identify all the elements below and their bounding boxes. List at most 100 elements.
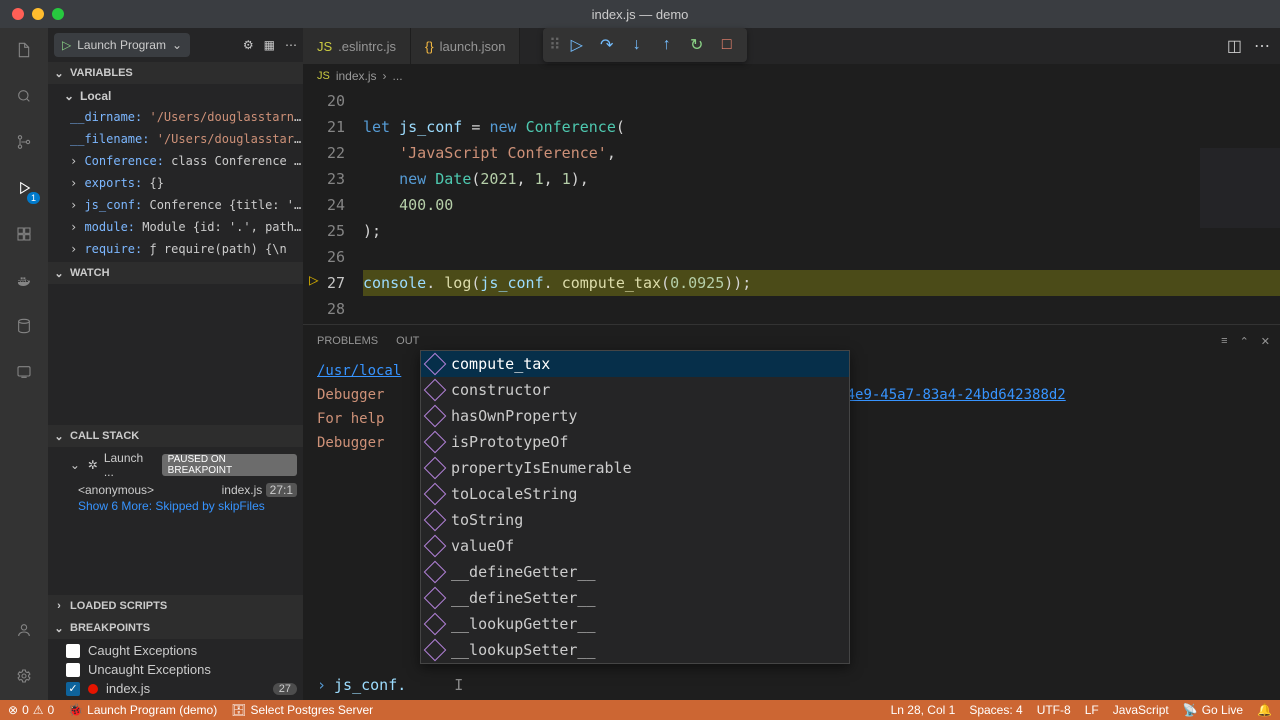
tab-eslintrc[interactable]: JS.eslintrc.js	[303, 28, 411, 64]
encoding[interactable]: UTF-8	[1037, 703, 1071, 717]
suggest-item[interactable]: compute_tax	[421, 351, 849, 377]
zoom-window[interactable]	[52, 8, 64, 20]
breadcrumb[interactable]: JS index.js › ...	[303, 64, 1280, 88]
paused-badge: PAUSED ON BREAKPOINT	[162, 454, 297, 476]
suggest-item[interactable]: hasOwnProperty	[421, 403, 849, 429]
debug-target[interactable]: 🐞 Launch Program (demo)	[68, 703, 217, 717]
minimap[interactable]	[1200, 148, 1280, 228]
indentation[interactable]: Spaces: 4	[969, 703, 1022, 717]
tab-problems[interactable]: PROBLEMS	[317, 335, 378, 347]
more-actions-icon[interactable]: ⋯	[1254, 36, 1270, 56]
play-icon: ▷	[62, 38, 71, 52]
go-live[interactable]: 📡 Go Live	[1183, 703, 1243, 717]
more-icon[interactable]: ⋯	[285, 38, 297, 52]
suggest-item[interactable]: __defineSetter__	[421, 585, 849, 611]
titlebar: index.js — demo	[0, 0, 1280, 28]
method-icon	[424, 483, 447, 506]
settings-icon[interactable]	[10, 662, 38, 690]
codespaces-icon[interactable]	[10, 358, 38, 386]
checkbox[interactable]	[66, 644, 80, 658]
intellisense-popup[interactable]: compute_tax constructor hasOwnProperty i…	[420, 350, 850, 664]
variables-section-header[interactable]: ⌄VARIABLES	[48, 62, 303, 84]
method-icon	[424, 535, 447, 558]
explorer-icon[interactable]	[10, 36, 38, 64]
database-icon[interactable]	[10, 312, 38, 340]
eol[interactable]: LF	[1085, 703, 1099, 717]
chevron-up-icon[interactable]: ⌃	[1240, 335, 1249, 348]
suggest-item[interactable]: propertyIsEnumerable	[421, 455, 849, 481]
debug-console-icon[interactable]: ▦	[264, 38, 275, 52]
method-icon	[424, 379, 447, 402]
suggest-item[interactable]: __lookupSetter__	[421, 637, 849, 663]
accounts-icon[interactable]	[10, 616, 38, 644]
suggest-item[interactable]: constructor	[421, 377, 849, 403]
step-out-button[interactable]: ↑	[653, 31, 681, 59]
debug-sidebar-header: ▷ Launch Program ⌄ ⚙ ▦ ⋯	[48, 28, 303, 62]
suggest-item[interactable]: __lookupGetter__	[421, 611, 849, 637]
launch-config-label: Launch Program	[77, 38, 166, 52]
variable-row[interactable]: › js_conf: Conference {title: 'Jav...	[48, 194, 303, 216]
checkbox-checked[interactable]: ✓	[66, 682, 80, 696]
method-icon	[424, 457, 447, 480]
suggest-item[interactable]: toString	[421, 507, 849, 533]
callstack-section-header[interactable]: ⌄CALL STACK	[48, 425, 303, 447]
step-into-button[interactable]: ↓	[623, 31, 651, 59]
variable-row[interactable]: __filename: '/Users/douglasstarne...	[48, 128, 303, 150]
breakpoints-header[interactable]: ⌄BREAKPOINTS	[48, 617, 303, 639]
launch-config-dropdown[interactable]: ▷ Launch Program ⌄	[54, 33, 190, 57]
show-more-frames[interactable]: Show 6 More: Skipped by skipFiles	[48, 499, 303, 513]
close-window[interactable]	[12, 8, 24, 20]
cursor-position[interactable]: Ln 28, Col 1	[891, 703, 956, 717]
suggest-item[interactable]: __defineGetter__	[421, 559, 849, 585]
docker-icon[interactable]	[10, 266, 38, 294]
stop-button[interactable]: □	[713, 31, 741, 59]
breakpoint-caught[interactable]: Caught Exceptions	[48, 641, 303, 660]
extensions-icon[interactable]	[10, 220, 38, 248]
breakpoint-line-badge: 27	[273, 683, 297, 695]
activity-bar: 1	[0, 28, 48, 700]
run-debug-icon[interactable]: 1	[10, 174, 38, 202]
breakpoint-user[interactable]: ✓index.js27	[48, 679, 303, 698]
minimize-window[interactable]	[32, 8, 44, 20]
stack-frame[interactable]: <anonymous> index.js 27:1	[48, 481, 303, 499]
suggest-item[interactable]: isPrototypeOf	[421, 429, 849, 455]
filter-icon[interactable]: ≡	[1221, 335, 1227, 348]
close-panel-icon[interactable]: ✕	[1261, 335, 1270, 348]
gear-icon[interactable]: ⚙	[243, 38, 254, 52]
step-over-button[interactable]: ↷	[593, 31, 621, 59]
checkbox[interactable]	[66, 663, 80, 677]
variable-row[interactable]: › module: Module {id: '.', path: '...	[48, 216, 303, 238]
tab-output[interactable]: OUT	[396, 335, 419, 347]
suggest-item[interactable]: valueOf	[421, 533, 849, 559]
notifications-icon[interactable]: 🔔	[1257, 703, 1272, 717]
source-control-icon[interactable]	[10, 128, 38, 156]
debug-console-input[interactable]: › js_conf. I	[303, 670, 1280, 700]
search-icon[interactable]	[10, 82, 38, 110]
watch-section-header[interactable]: ⌄WATCH	[48, 262, 303, 284]
continue-button[interactable]: ▷	[563, 31, 591, 59]
chevron-down-icon: ⌄	[172, 38, 182, 52]
code-lines[interactable]: let js_conf = new Conference( 'JavaScrip…	[363, 88, 1280, 324]
breakpoint-uncaught[interactable]: Uncaught Exceptions	[48, 660, 303, 679]
loaded-scripts-header[interactable]: ›LOADED SCRIPTS	[48, 595, 303, 617]
code-area[interactable]: ▷ 202122232425262728 let js_conf = new C…	[303, 88, 1280, 324]
variable-row[interactable]: › require: ƒ require(path) {\n	[48, 238, 303, 260]
language-mode[interactable]: JavaScript	[1113, 703, 1169, 717]
tab-launch-json[interactable]: {}launch.json	[411, 28, 520, 64]
variable-row[interactable]: › Conference: class Conference {\n...	[48, 150, 303, 172]
drag-handle-icon[interactable]: ⠿	[549, 35, 561, 55]
input-value: js_conf.	[334, 676, 406, 694]
variable-row[interactable]: › exports: {}	[48, 172, 303, 194]
restart-button[interactable]: ↻	[683, 31, 711, 59]
thread-icon: ✲	[88, 458, 98, 472]
split-editor-icon[interactable]: ◫	[1227, 36, 1242, 56]
suggest-item[interactable]: toLocaleString	[421, 481, 849, 507]
callstack-thread[interactable]: ⌄✲ Launch ... PAUSED ON BREAKPOINT	[48, 449, 303, 481]
current-line-indicator: ▷	[309, 270, 319, 289]
postgres-selector[interactable]: 🗄 Select Postgres Server	[231, 703, 373, 717]
errors-warnings[interactable]: ⊗ 0 ⚠ 0	[8, 703, 54, 717]
prompt-icon: ›	[317, 676, 326, 694]
local-scope-header[interactable]: ⌄Local	[48, 86, 303, 106]
variable-row[interactable]: __dirname: '/Users/douglasstarne...	[48, 106, 303, 128]
debug-toolbar[interactable]: ⠿ ▷ ↷ ↓ ↑ ↻ □	[543, 28, 747, 62]
